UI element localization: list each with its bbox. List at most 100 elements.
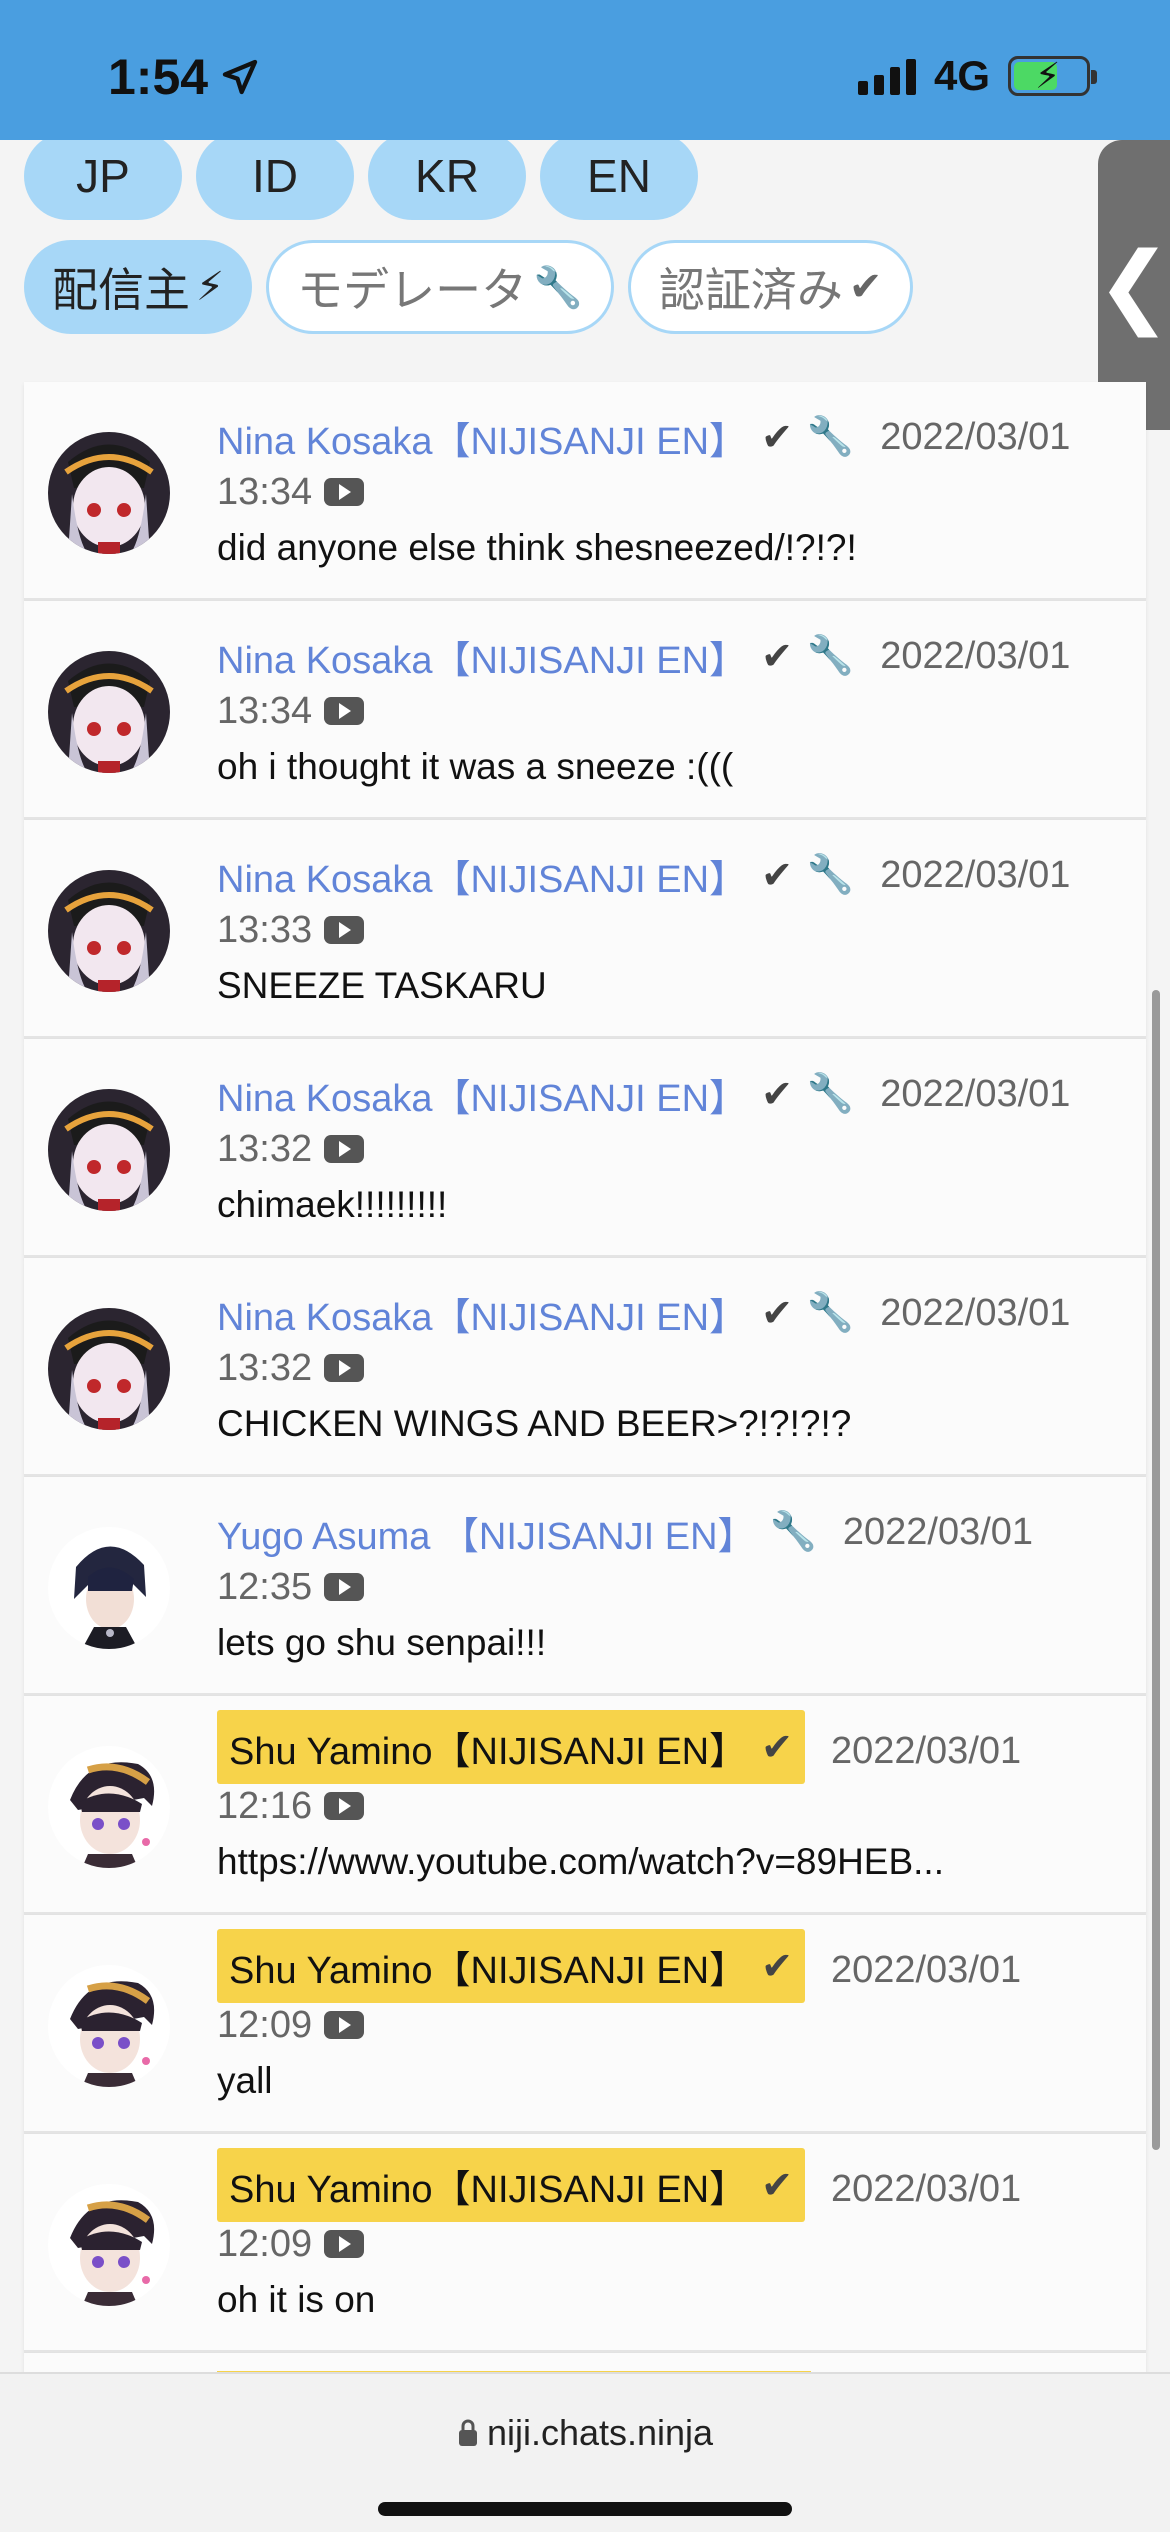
author-name[interactable]: Nina Kosaka【NIJISANJI EN】 — [217, 410, 747, 465]
message-time: 13:32 — [217, 1127, 313, 1170]
author-name[interactable]: Nina Kosaka【NIJISANJI EN】 — [217, 629, 747, 684]
message-date: 2022/03/01 — [880, 415, 1071, 458]
youtube-icon[interactable] — [324, 478, 365, 506]
message-date: 2022/03/01 — [880, 634, 1071, 677]
filter-chip-1[interactable]: モデレータ 🔧 — [266, 240, 614, 334]
message-text: SNEEZE TASKARU — [217, 965, 547, 1006]
youtube-icon[interactable] — [324, 916, 365, 944]
signal-icon — [857, 57, 916, 95]
filter-chip-2[interactable]: 認証済み ✔ — [627, 240, 914, 334]
chat-message: Nina Kosaka【NIJISANJI EN】 ✔ 🔧 2022/03/01 13:… — [24, 601, 1146, 820]
chat-message — [24, 2353, 1146, 2372]
youtube-icon[interactable] — [324, 697, 365, 725]
moderator-wrench-icon: 🔧 — [806, 1073, 855, 1115]
author-name[interactable]: Shu Yamino【NIJISANJI EN】 ✔ — [217, 1710, 805, 1784]
chat-list: Nina Kosaka【NIJISANJI EN】 ✔ 🔧 2022/03/01 13:… — [24, 382, 1146, 2372]
message-text: did anyone else think shesneezed/!?!?! — [217, 527, 857, 568]
author-name[interactable]: Nina Kosaka【NIJISANJI EN】 — [217, 1067, 747, 1122]
youtube-icon[interactable] — [324, 1135, 365, 1163]
wrench-icon: 🔧 — [533, 265, 583, 310]
check-icon: ✔ — [848, 265, 883, 309]
chat-message: Nina Kosaka【NIJISANJI EN】 ✔ 🔧 2022/03/01 13:… — [24, 1039, 1146, 1258]
author-label: Shu Yamino【NIJISANJI EN】 — [229, 2168, 748, 2211]
message-text: oh it is on — [217, 2279, 376, 2320]
message-time: 12:16 — [217, 1784, 313, 1827]
moderator-wrench-icon: 🔧 — [769, 1511, 817, 1553]
filter-chip-0[interactable]: 配信主 ⚡ — [24, 240, 253, 334]
message-time: 13:34 — [217, 470, 313, 513]
tab-lang-jp[interactable]: JP — [24, 140, 182, 220]
avatar[interactable] — [48, 1527, 170, 1649]
chat-message: Nina Kosaka【NIJISANJI EN】 ✔ 🔧 2022/03/01 13:… — [24, 382, 1146, 601]
author-name[interactable]: Shu Yamino【NIJISANJI EN】 ✔ — [217, 2148, 805, 2222]
avatar[interactable] — [48, 870, 170, 992]
tab-lang-kr[interactable]: KR — [368, 140, 526, 220]
filter-label: モデレータ — [297, 264, 528, 316]
moderator-wrench-icon: 🔧 — [806, 854, 855, 896]
chat-message: Yugo Asuma 【NIJISANJI EN】 🔧 2022/03/01 12:3… — [24, 1477, 1146, 1696]
message-date: 2022/03/01 — [880, 1072, 1071, 1115]
address-bar[interactable]: niji.chats.ninja — [0, 2412, 1170, 2454]
avatar[interactable] — [48, 1308, 170, 1430]
message-text: lets go shu senpai!!! — [217, 1622, 547, 1663]
avatar[interactable] — [48, 651, 170, 773]
message-time: 13:33 — [217, 908, 313, 951]
avatar[interactable] — [48, 1965, 170, 2087]
avatar[interactable] — [48, 1089, 170, 1211]
message-date: 2022/03/01 — [830, 1948, 1022, 1991]
message-text: https://www.youtube.com/watch?v=89HEB... — [217, 1841, 944, 1882]
author-name[interactable]: Nina Kosaka【NIJISANJI EN】 — [217, 1286, 747, 1341]
message-date: 2022/03/01 — [830, 1729, 1022, 1772]
youtube-icon[interactable] — [324, 1792, 365, 1820]
network-type: 4G — [933, 52, 990, 99]
filter-chips: 配信主 ⚡ モデレータ 🔧 認証済み ✔ — [24, 240, 914, 334]
verified-check-icon: ✔ — [761, 1726, 793, 1769]
message-text: CHICKEN WINGS AND BEER>?!?!?!? — [217, 1403, 852, 1444]
youtube-icon[interactable] — [324, 1573, 365, 1601]
status-bar: 1:54 4G ⚡ — [0, 0, 1170, 140]
verified-check-icon: ✔ — [761, 1292, 793, 1335]
url-text: niji.chats.ninja — [486, 2412, 714, 2453]
battery-icon: ⚡ — [1008, 55, 1097, 96]
author-name[interactable]: Nina Kosaka【NIJISANJI EN】 — [217, 848, 747, 903]
moderator-wrench-icon: 🔧 — [806, 1292, 855, 1334]
status-time: 1:54 — [108, 48, 260, 106]
author-label: Shu Yamino【NIJISANJI EN】 — [229, 1730, 748, 1773]
clock: 1:54 — [108, 49, 209, 105]
filter-label: 配信主 — [52, 264, 190, 316]
content-area: JP ID KR EN 配信主 ⚡ モデレータ 🔧 認証済み ✔ ❮ Nina Kosaka【N… — [0, 140, 1170, 2372]
message-text: yall — [217, 2060, 273, 2101]
verified-check-icon: ✔ — [761, 1945, 793, 1988]
avatar[interactable] — [48, 432, 170, 554]
moderator-wrench-icon: 🔧 — [806, 635, 855, 677]
language-tabs: JP ID KR EN — [24, 140, 698, 220]
tab-lang-en[interactable]: EN — [540, 140, 698, 220]
message-date: 2022/03/01 — [880, 1291, 1071, 1334]
scrollbar[interactable] — [1152, 990, 1160, 2150]
chevron-left-icon: ❮ — [1096, 235, 1170, 336]
message-time: 13:32 — [217, 1346, 313, 1389]
message-date: 2022/03/01 — [880, 853, 1071, 896]
youtube-icon[interactable] — [324, 1354, 365, 1382]
youtube-icon[interactable] — [324, 2011, 365, 2039]
tab-lang-id[interactable]: ID — [196, 140, 354, 220]
avatar[interactable] — [48, 1746, 170, 1868]
author-label: Shu Yamino【NIJISANJI EN】 — [229, 1949, 748, 1992]
author-name[interactable]: Yugo Asuma 【NIJISANJI EN】 — [217, 1505, 756, 1560]
message-time: 12:09 — [217, 2003, 313, 2046]
author-name[interactable]: Shu Yamino【NIJISANJI EN】 ✔ — [217, 1929, 805, 2003]
message-text: oh i thought it was a sneeze :((( — [217, 746, 734, 787]
chat-message: Shu Yamino【NIJISANJI EN】 ✔ 2022/03/01 12:09… — [24, 1915, 1146, 2134]
verified-check-icon: ✔ — [761, 416, 793, 459]
verified-check-icon: ✔ — [761, 854, 793, 897]
message-time: 12:09 — [217, 2222, 313, 2265]
message-date: 2022/03/01 — [830, 2167, 1022, 2210]
message-time: 13:34 — [217, 689, 313, 732]
message-text: chimaek!!!!!!!!! — [217, 1184, 448, 1225]
browser-bar: niji.chats.ninja — [0, 2372, 1170, 2532]
avatar[interactable] — [48, 2184, 170, 2306]
youtube-icon[interactable] — [324, 2230, 365, 2258]
status-right: 4G ⚡ — [857, 52, 1097, 100]
chat-message: Nina Kosaka【NIJISANJI EN】 ✔ 🔧 2022/03/01 13:… — [24, 820, 1146, 1039]
verified-check-icon: ✔ — [761, 1073, 793, 1116]
